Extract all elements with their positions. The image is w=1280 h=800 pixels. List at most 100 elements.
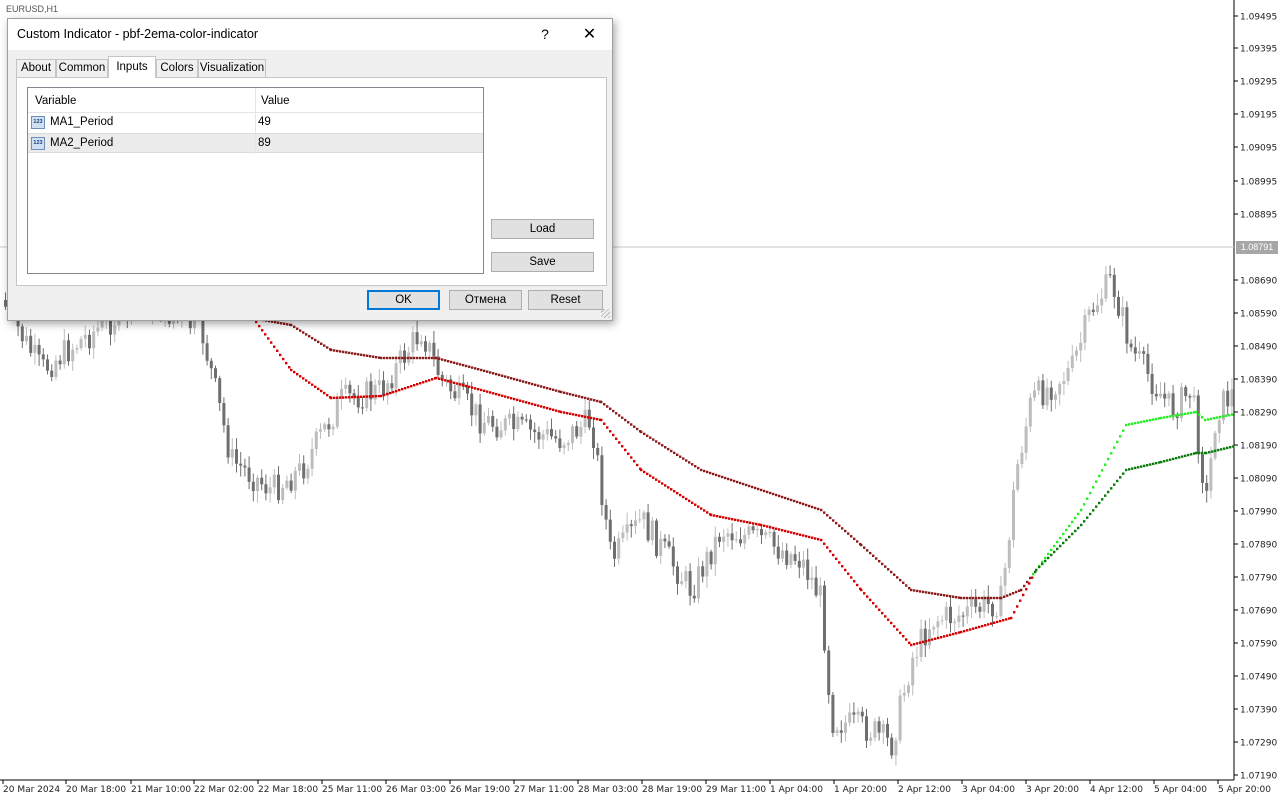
ok-button[interactable]: OK (367, 290, 440, 310)
ma2-dot (838, 561, 841, 564)
tab-about[interactable]: About (16, 59, 56, 77)
candle-body (58, 360, 62, 365)
ma2-dot (1208, 451, 1211, 454)
candle-body (944, 606, 948, 621)
candle-body (1129, 343, 1133, 348)
ma2-dot (624, 448, 627, 452)
column-header-variable[interactable]: Variable (35, 88, 76, 112)
candle-body (1033, 390, 1036, 398)
ma2-dot (710, 513, 713, 517)
ma2-dot (543, 406, 546, 409)
ma1-dot (823, 511, 826, 514)
ma1-dot (866, 549, 869, 552)
ma1-dot (703, 469, 706, 473)
ma1-dot (326, 346, 329, 349)
ma1-dot (676, 453, 679, 456)
price-tick-label: 1.09295 (1240, 78, 1277, 88)
ma1-dot (308, 335, 311, 338)
ma2-dot (835, 557, 838, 560)
candle-body (646, 512, 650, 541)
ma1-dot (636, 427, 639, 431)
candle-body (554, 436, 558, 439)
dialog-titlebar[interactable]: Custom Indicator - pbf-2ema-color-indica… (8, 19, 612, 50)
time-tick-label: 29 Mar 11:00 (706, 785, 766, 795)
candle-body (79, 338, 83, 349)
resize-grip-icon[interactable] (601, 309, 610, 318)
ma1-dot (835, 521, 838, 525)
cancel-button[interactable]: Отмена (449, 290, 522, 310)
ma1-dot (643, 432, 646, 436)
candle-body (726, 533, 730, 537)
load-button[interactable]: Load (491, 219, 594, 239)
tab-inputs[interactable]: Inputs (108, 56, 156, 78)
ma2-dot (667, 486, 670, 489)
ma1-dot (522, 380, 525, 383)
ma1-dot (603, 403, 606, 406)
ma1-dot (916, 589, 919, 593)
variable-value[interactable]: 89 (258, 137, 271, 149)
time-tick-label: 27 Mar 11:00 (514, 785, 574, 795)
ma1-dot (940, 593, 943, 596)
help-button[interactable]: ? (523, 19, 567, 50)
tab-common[interactable]: Common (56, 59, 108, 77)
candle-body (818, 585, 822, 596)
candle-body (205, 343, 209, 361)
table-row[interactable]: 123 MA2_Period 89 (28, 133, 483, 154)
ma1-dot (706, 470, 709, 474)
column-divider[interactable] (255, 88, 256, 112)
ma2-dot (772, 526, 775, 530)
price-tick-label: 1.09395 (1240, 45, 1277, 55)
ma2-dot (823, 542, 826, 545)
ma1-dot (1198, 413, 1201, 416)
tab-colors[interactable]: Colors (156, 59, 198, 77)
candle-body (566, 443, 570, 446)
candle-body (1083, 315, 1087, 343)
ma1-dot (990, 596, 993, 600)
candle-body (806, 559, 810, 580)
ma1-dot (931, 592, 934, 595)
time-tick-label: 1 Apr 20:00 (834, 785, 887, 795)
ma1-dot (742, 482, 745, 486)
ma2-dot (841, 565, 844, 568)
save-button[interactable]: Save (491, 252, 594, 272)
candle-body (512, 413, 516, 430)
inputs-grid[interactable]: Variable Value 123 MA1_Period 49 123 MA2… (27, 87, 484, 274)
tab-visualization[interactable]: Visualization (198, 59, 266, 77)
variable-value[interactable]: 49 (258, 116, 271, 128)
ma1-dot (540, 385, 543, 388)
candle-body (1058, 384, 1062, 395)
ma2-dot (1214, 449, 1217, 453)
candle-body (1112, 274, 1116, 297)
ma2-dot (955, 632, 958, 635)
ma1-dot (1231, 413, 1234, 416)
ma1-dot (1128, 423, 1131, 426)
candle-body (1138, 351, 1141, 354)
candle-body (734, 539, 738, 541)
candle-body (277, 474, 280, 501)
price-tick-label: 1.08690 (1240, 277, 1277, 287)
column-header-value[interactable]: Value (261, 88, 290, 112)
ma1-dot (593, 399, 596, 402)
candle-body (524, 419, 528, 421)
ma1-dot (826, 514, 829, 517)
candle-body (1037, 380, 1041, 391)
candle-body (491, 416, 495, 427)
ma2-dot (320, 389, 323, 393)
reset-button[interactable]: Reset (528, 290, 603, 310)
ma2-dot (896, 628, 899, 631)
ma2-dot (1143, 464, 1146, 468)
ma1-dot (652, 438, 655, 441)
price-tick-label: 1.09095 (1240, 144, 1277, 154)
candle-body (1028, 397, 1032, 427)
ma1-dot (1184, 412, 1187, 416)
ma2-dot (1198, 451, 1201, 455)
candle-body (562, 445, 566, 449)
table-row[interactable]: 123 MA1_Period 49 (28, 113, 483, 133)
close-button[interactable]: ✕ (567, 19, 612, 50)
ma1-dot (1119, 435, 1122, 438)
candle-body (264, 484, 268, 494)
candle-body (709, 551, 713, 565)
ma2-dot (688, 499, 691, 503)
ma1-dot (339, 350, 342, 353)
candle-body (503, 418, 507, 431)
